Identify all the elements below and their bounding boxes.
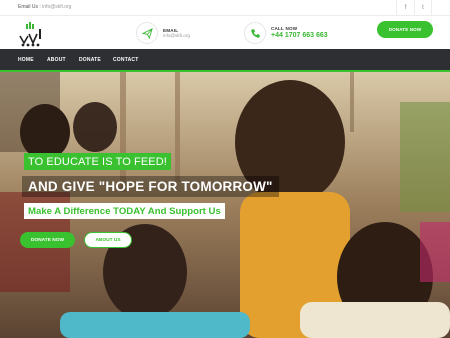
logo-graphic [19, 22, 41, 47]
phone-icon [244, 22, 266, 44]
header-email: EMAIL info@skfi.org [136, 20, 190, 46]
topbar-email: Email Us : info@skfi.org [18, 4, 71, 10]
site-logo[interactable] [18, 21, 46, 47]
main-nav: HOME ABOUT DONATE CONTACT [0, 49, 450, 72]
hero-headline-3: Make A Difference TODAY And Support Us [24, 203, 225, 219]
nav-item-donate[interactable]: DONATE [79, 49, 101, 70]
topbar-email-label: Email Us : [18, 4, 41, 10]
nav-item-home[interactable]: HOME [18, 49, 34, 70]
email-value[interactable]: info@skfi.org [163, 33, 190, 38]
hero-headline-2: AND GIVE "HOPE FOR TOMORROW" [22, 176, 279, 197]
about-us-button-hero[interactable]: ABOUT US [84, 232, 132, 248]
twitter-icon[interactable]: t [414, 0, 432, 16]
paper-plane-icon [136, 22, 158, 44]
nav-item-about[interactable]: ABOUT [47, 49, 66, 70]
donate-now-button-header[interactable]: DONATE NOW [377, 21, 433, 38]
phone-value[interactable]: +44 1707 663 663 [271, 32, 328, 40]
hero-headline-1: TO EDUCATE IS TO FEED! [24, 153, 171, 170]
top-bar: Email Us : info@skfi.org f t [0, 0, 450, 16]
facebook-icon[interactable]: f [396, 0, 414, 16]
phone-label: CALL NOW [271, 26, 298, 32]
hero-banner: TO EDUCATE IS TO FEED! AND GIVE "HOPE FO… [0, 72, 450, 338]
header-phone: CALL NOW +44 1707 663 663 [244, 20, 328, 46]
donate-now-button-hero[interactable]: DONATE NOW [20, 232, 75, 248]
topbar-email-link[interactable]: info@skfi.org [42, 4, 71, 10]
nav-item-contact[interactable]: CONTACT [113, 49, 138, 70]
